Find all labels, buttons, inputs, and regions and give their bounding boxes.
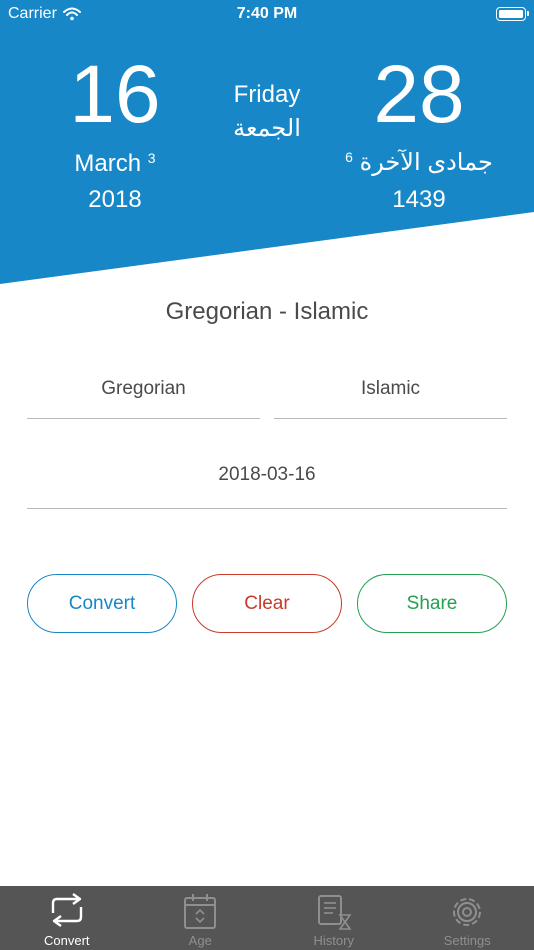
islamic-year: 1439 — [392, 186, 446, 213]
header-background — [0, 0, 534, 284]
tab-settings[interactable]: Settings — [401, 886, 534, 950]
converter-title: Gregorian - Islamic — [165, 298, 369, 325]
tab-convert[interactable]: Convert — [0, 886, 134, 950]
from-calendar-selector[interactable]: Gregorian — [27, 378, 260, 419]
battery-icon — [496, 7, 529, 21]
calendar-icon — [184, 894, 217, 929]
gregorian-year: 2018 — [88, 186, 142, 213]
convert-button[interactable]: Convert — [27, 574, 177, 633]
convert-arrows-icon — [51, 893, 82, 927]
date-input[interactable]: 2018-03-16 — [27, 464, 507, 509]
tab-age[interactable]: Age — [134, 886, 268, 950]
gregorian-month: March 3 — [20, 150, 210, 178]
tab-label: History — [313, 933, 354, 948]
tab-history[interactable]: History — [267, 886, 401, 950]
share-button[interactable]: Share — [357, 574, 507, 633]
tab-bar: Convert Age History Settings — [0, 886, 534, 950]
islamic-month: 6 جمادى الآخرة — [324, 148, 514, 177]
islamic-month-name: جمادى الآخرة — [359, 149, 493, 176]
clear-button[interactable]: Clear — [192, 574, 342, 633]
scroll-hourglass-icon — [317, 895, 352, 930]
tab-label: Settings — [443, 933, 491, 948]
gear-icon — [453, 898, 482, 926]
islamic-day: 28 — [373, 49, 465, 140]
status-bar: Carrier 7:40 PM — [0, 0, 534, 30]
weekday-english: Friday — [233, 81, 301, 108]
date-header: Carrier 7:40 PM 16 March 3 2018 Friday ا… — [0, 0, 534, 290]
to-calendar-selector[interactable]: Islamic — [274, 378, 507, 419]
gregorian-day: 16 — [69, 49, 161, 140]
gregorian-month-number: 3 — [147, 150, 156, 166]
weekday-arabic: الجمعة — [233, 115, 301, 142]
tab-label: Convert — [43, 933, 90, 948]
tab-label: Age — [188, 933, 212, 948]
status-time: 7:40 PM — [236, 5, 298, 22]
islamic-month-number: 6 — [345, 149, 353, 165]
gregorian-month-name: March — [74, 150, 142, 177]
